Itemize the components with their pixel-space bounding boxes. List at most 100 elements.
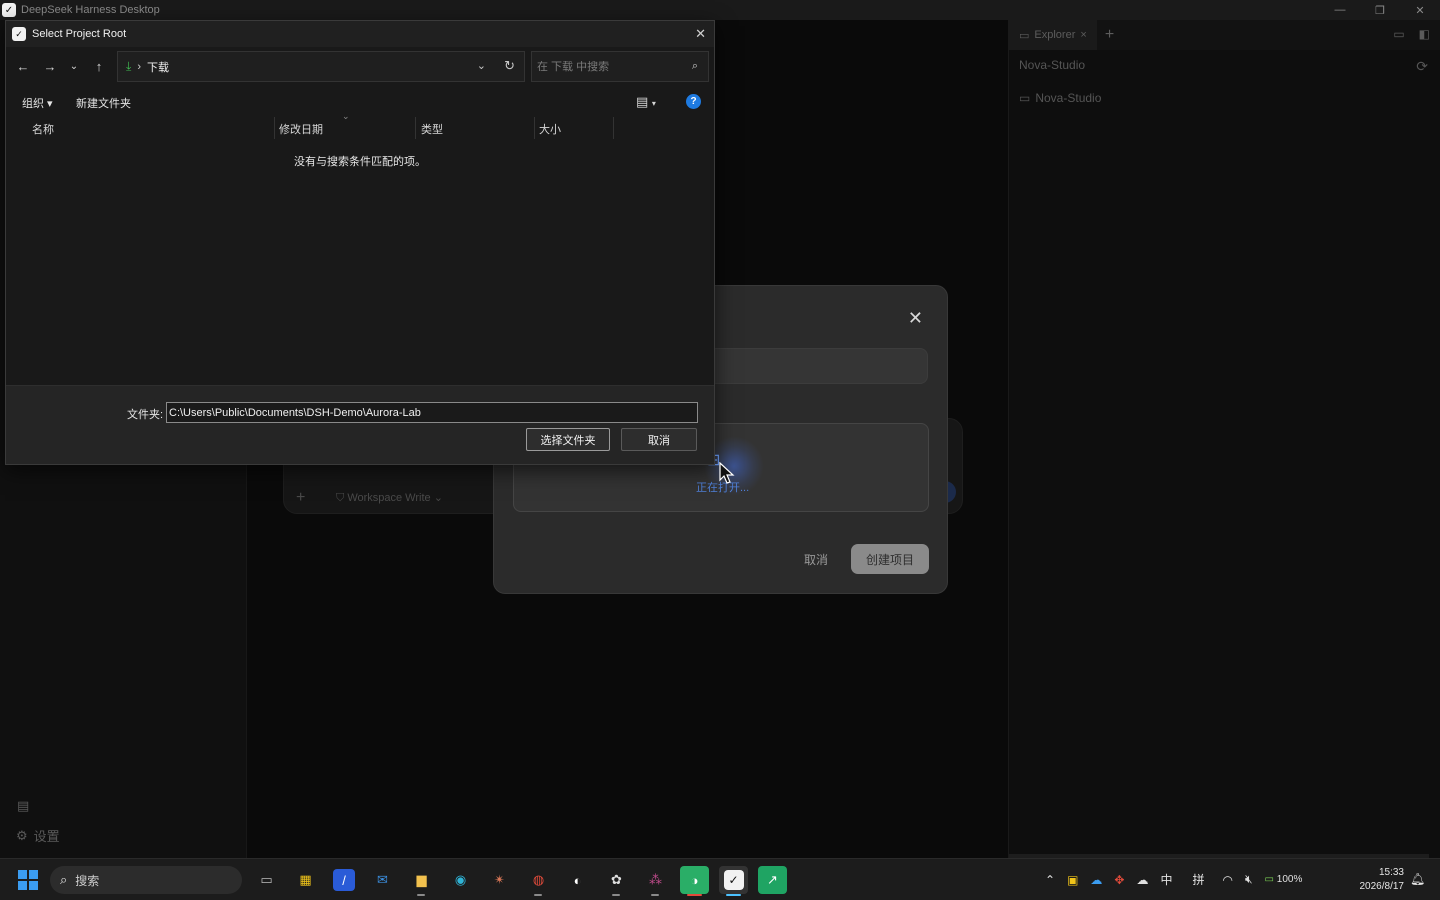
taskbar: ⌕ 搜索 ▭ ▦ / ✉ ▆ ◉ ✴ ◍ ◐ ✿ ⁂ ◑ ✓ ↗ ⌃ ▣ ☁ ✥… [0, 858, 1440, 900]
deepseek-harness-icon[interactable]: ✓ [719, 866, 748, 896]
column-divider[interactable] [613, 117, 614, 139]
view-options-icon[interactable]: ▤ ▾ [636, 94, 656, 110]
clock-date: 2026/8/17 [1359, 881, 1405, 892]
chrome-icon[interactable]: ◍ [524, 866, 553, 896]
panel-layout-icon[interactable]: ▭ [1393, 27, 1404, 41]
wechat-icon[interactable]: ◑ [680, 866, 709, 896]
breadcrumb-item[interactable]: 下载 [147, 59, 169, 75]
ime-pinyin[interactable]: 拼 [1192, 871, 1204, 888]
dialog-close-icon[interactable]: ✕ [695, 26, 706, 42]
address-bar[interactable]: ⤓ › 下载 ⌄ ↻ [117, 51, 525, 82]
column-divider[interactable] [274, 117, 275, 139]
sort-indicator-icon: ⌄ [342, 111, 350, 121]
breadcrumb-separator: › [137, 60, 141, 73]
tree-item-folder[interactable]: ▭ Nova-Studio [1019, 91, 1101, 105]
battery-status[interactable]: ▭ 100% [1265, 874, 1303, 885]
ime-mode[interactable]: 中 [1160, 871, 1172, 888]
outlook-icon[interactable]: ✉ [368, 866, 397, 894]
add-icon[interactable]: + [296, 489, 305, 507]
up-arrow-icon[interactable]: ↑ [90, 59, 108, 74]
close-icon[interactable]: ✕ [1400, 0, 1440, 20]
running-indicator [417, 894, 425, 896]
window-controls: — ❐ ✕ [1320, 0, 1440, 20]
tree-item-label: Nova-Studio [1035, 91, 1102, 105]
folder-path-input[interactable] [166, 402, 698, 423]
folder-icon: ▭ [1019, 29, 1030, 42]
tray-app-icon[interactable]: ▣ [1067, 873, 1078, 887]
taskbar-search-label: 搜索 [75, 873, 100, 888]
column-divider[interactable] [415, 117, 416, 139]
cloud-sync-icon[interactable]: ☁ [1136, 873, 1148, 887]
close-icon[interactable]: ✕ [908, 308, 923, 329]
file-list: 名称 ⌄ 修改日期 类型 大小 没有与搜索条件匹配的项。 [6, 111, 714, 385]
chatgpt-icon[interactable]: ✿ [602, 866, 631, 896]
select-folder-button[interactable]: 选择文件夹 [526, 428, 610, 451]
dialog-navbar: ← → ⌄ ↑ ⤓ › 下载 ⌄ ↻ ⌕ [6, 47, 714, 89]
archive-icon[interactable]: ▤ [17, 798, 29, 814]
app-logo-icon: ✓ [2, 3, 16, 17]
refresh-icon[interactable]: ↻ [504, 58, 515, 74]
settings-button[interactable]: ⚙ 设置 [16, 826, 60, 845]
dropbox-icon[interactable]: ✥ [1114, 873, 1124, 887]
workspace-mode-label: Workspace Write [347, 492, 431, 504]
running-indicator [726, 894, 741, 896]
mouse-cursor-icon [719, 462, 735, 484]
modal-cancel-button[interactable]: 取消 [792, 544, 840, 574]
forward-arrow-icon[interactable]: → [41, 59, 59, 74]
workspace-mode-selector[interactable]: ⛉ Workspace Write ⌄ [336, 491, 443, 505]
running-indicator [651, 894, 659, 896]
task-view-icon[interactable]: ▭ [252, 866, 281, 894]
column-header-type[interactable]: 类型 [421, 121, 443, 137]
tab-explorer[interactable]: ▭ Explorer × [1009, 20, 1097, 50]
clock[interactable]: 15:33 2026/8/17 [1352, 866, 1405, 894]
green-app-icon[interactable]: ↗ [758, 866, 787, 894]
wifi-icon[interactable]: ◠ [1223, 873, 1233, 887]
column-divider[interactable] [534, 117, 535, 139]
create-project-button[interactable]: 创建项目 [851, 544, 929, 574]
add-tab-icon[interactable]: + [1105, 26, 1114, 44]
help-icon[interactable]: ? [686, 94, 701, 109]
back-arrow-icon[interactable]: ← [14, 59, 32, 74]
folder-icon: ▭ [1019, 91, 1031, 105]
editor-app-icon[interactable]: / [333, 869, 355, 891]
panda-app-icon[interactable]: ◐ [563, 866, 592, 894]
store-icon[interactable]: ▦ [291, 866, 320, 894]
empty-message: 没有与搜索条件匹配的项。 [294, 156, 426, 168]
sidebar-toggle-icon[interactable]: ◧ [1419, 27, 1430, 41]
search-icon[interactable]: ⌕ [692, 60, 698, 73]
organize-menu[interactable]: 组织 ▾ [22, 95, 53, 111]
restore-icon[interactable]: ❐ [1360, 0, 1400, 20]
settings-label: 设置 [33, 829, 60, 844]
app-titlebar: ✓ DeepSeek Harness Desktop — ❐ ✕ [0, 0, 1440, 20]
show-hidden-icons-icon[interactable]: ⌃ [1045, 873, 1055, 887]
refresh-icon[interactable]: ⟳ [1416, 58, 1428, 75]
close-tab-icon[interactable]: × [1080, 29, 1086, 41]
search-input[interactable] [537, 60, 677, 73]
minimize-icon[interactable]: — [1320, 0, 1360, 20]
file-explorer-icon[interactable]: ▆ [407, 866, 436, 896]
dialog-titlebar: ✓ Select Project Root ✕ [6, 21, 714, 47]
taskbar-search[interactable]: ⌕ 搜索 [50, 866, 242, 894]
running-indicator [687, 894, 702, 896]
dialog-app-icon: ✓ [12, 27, 26, 41]
new-folder-button[interactable]: 新建文件夹 [76, 95, 131, 111]
organize-label: 组织 [22, 98, 44, 110]
claude-icon[interactable]: ✴ [485, 866, 514, 894]
running-indicator [534, 894, 542, 896]
onedrive-icon[interactable]: ☁ [1090, 873, 1102, 887]
volume-muted-icon[interactable]: 🔇︎ [1245, 872, 1253, 887]
running-indicator [612, 894, 620, 896]
dialog-cancel-button[interactable]: 取消 [621, 428, 697, 451]
address-dropdown-icon[interactable]: ⌄ [477, 59, 486, 72]
recent-chevron-icon[interactable]: ⌄ [65, 61, 83, 72]
battery-percent: 100% [1276, 874, 1303, 885]
notification-bell-icon[interactable]: 🔔︎ [1410, 872, 1425, 886]
column-header-size[interactable]: 大小 [539, 121, 561, 137]
start-button[interactable] [18, 870, 38, 890]
app-window-title: DeepSeek Harness Desktop [21, 4, 160, 16]
slack-icon[interactable]: ⁂ [641, 866, 670, 896]
edge-icon[interactable]: ◉ [446, 866, 475, 894]
column-header-name[interactable]: 名称 [32, 121, 54, 137]
column-header-date[interactable]: 修改日期 [279, 121, 323, 137]
download-icon: ⤓ [126, 59, 132, 73]
